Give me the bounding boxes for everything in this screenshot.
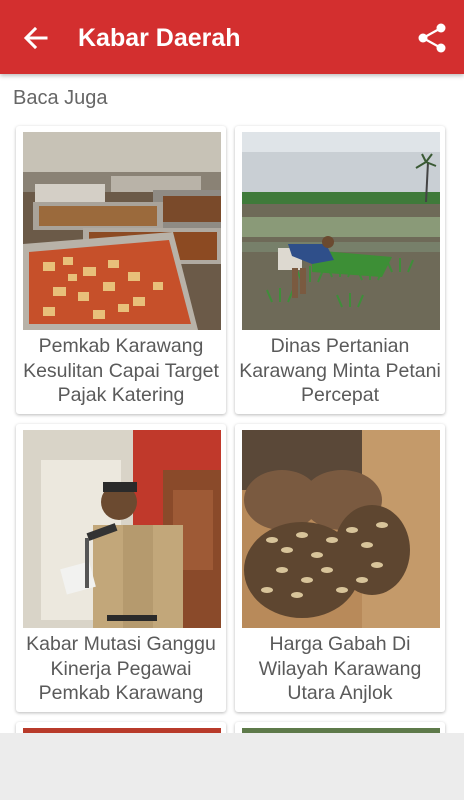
rice-grain-image — [242, 430, 440, 628]
article-title: Pemkab Karawang Kesulitan Capai Target P… — [23, 335, 219, 406]
article-title: Kabar Mutasi Ganggu Kinerja Pegawai Pemk… — [26, 633, 216, 704]
article-card[interactable]: Pemkab Karawang Kesulitan Capai Target P… — [16, 126, 226, 414]
rice-field-image — [242, 132, 440, 330]
article-card[interactable] — [235, 722, 445, 733]
article-card[interactable]: Harga Gabah Di Wilayah Karawang Utara An… — [235, 424, 445, 712]
back-button[interactable] — [16, 18, 56, 58]
article-title: Dinas Pertanian Karawang Minta Petani Pe… — [239, 335, 441, 406]
section-label: Baca Juga — [13, 87, 108, 109]
article-thumbnail — [242, 132, 440, 330]
app-bar: Kabar Daerah — [0, 0, 464, 74]
page-title: Kabar Daerah — [78, 24, 241, 52]
article-thumbnail — [23, 430, 221, 628]
empty-bottom-area — [0, 733, 464, 800]
article-card[interactable] — [16, 722, 226, 733]
article-thumbnail — [23, 132, 221, 330]
article-title: Harga Gabah Di Wilayah Karawang Utara An… — [258, 633, 422, 704]
share-button[interactable] — [412, 18, 452, 58]
content-list[interactable]: Baca Juga Pemkab Karawang Kesulitan Capa… — [0, 74, 464, 733]
share-icon — [418, 23, 446, 53]
article-card[interactable]: Kabar Mutasi Ganggu Kinerja Pegawai Pemk… — [16, 424, 226, 712]
article-card[interactable]: Dinas Pertanian Karawang Minta Petani Pe… — [235, 126, 445, 414]
catering-image — [23, 132, 221, 330]
official-speaking-image — [23, 430, 221, 628]
arrow-back-icon — [23, 26, 48, 50]
article-thumbnail — [242, 430, 440, 628]
